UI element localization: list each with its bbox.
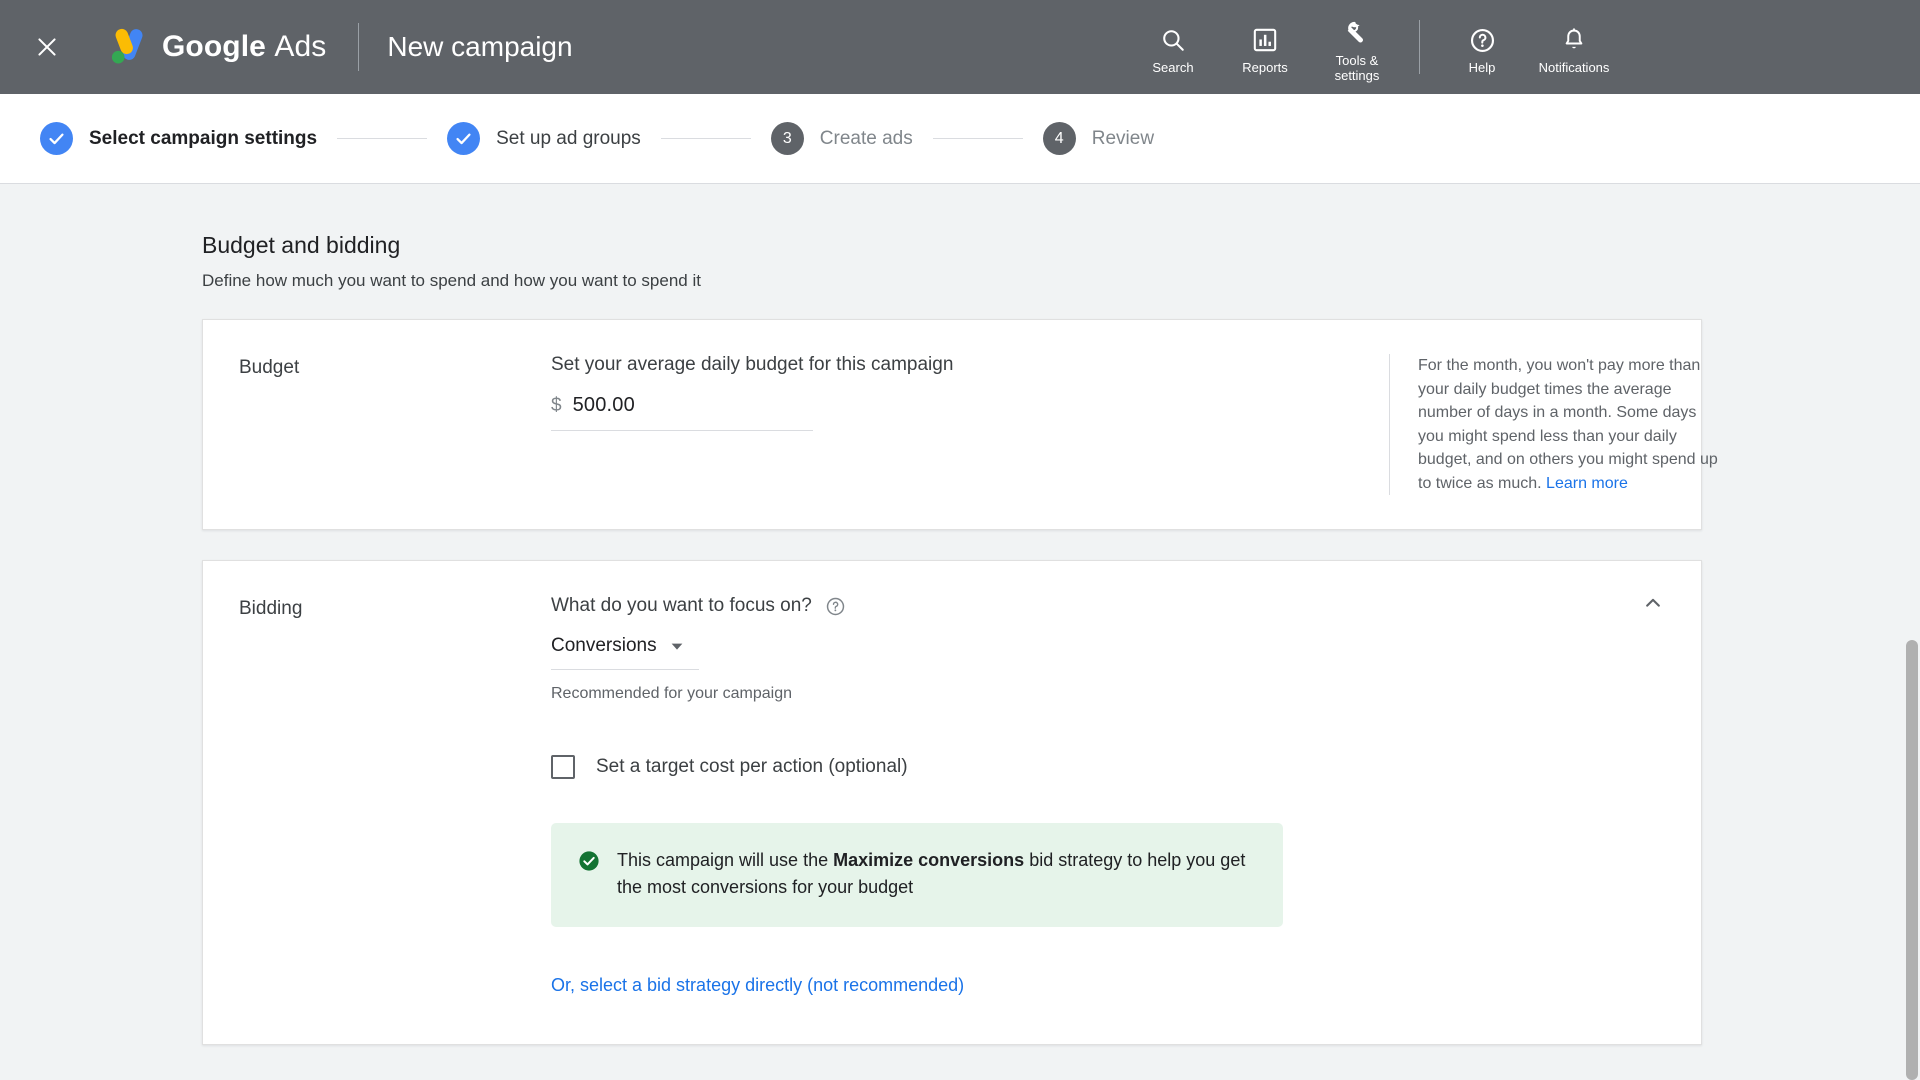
- step-connector-3: [933, 138, 1023, 139]
- step-number-4: 4: [1043, 122, 1076, 155]
- page-scrollbar[interactable]: [1903, 184, 1920, 1080]
- app-header: Google Ads New campaign Search: [0, 0, 1920, 94]
- bid-strategy-notice: This campaign will use the Maximize conv…: [551, 823, 1283, 927]
- target-cpa-checkbox[interactable]: [551, 755, 575, 779]
- page-title: New campaign: [387, 31, 572, 63]
- check-circle-filled-icon: [577, 849, 601, 878]
- header-toolbar: Search Reports Tools & settings: [1127, 0, 1620, 94]
- toolbar-label-help: Help: [1469, 60, 1496, 75]
- search-icon: [1160, 25, 1186, 55]
- triangle-down-icon: [670, 639, 684, 653]
- step-label-1: Select campaign settings: [89, 128, 317, 150]
- bid-focus-selected-value: Conversions: [551, 635, 657, 657]
- bidding-fields: What do you want to focus on? Conversion…: [551, 595, 1665, 996]
- chevron-up-icon: [1641, 591, 1665, 620]
- bidding-focus-row: What do you want to focus on?: [551, 595, 1665, 617]
- close-button[interactable]: [30, 30, 64, 64]
- brand-text: Google Ads: [162, 30, 326, 64]
- reports-bar-chart-icon: [1252, 25, 1278, 55]
- toolbar-item-reports[interactable]: Reports: [1219, 0, 1311, 94]
- brand-google: Google: [162, 30, 266, 63]
- budget-help-note: For the month, you won't pay more than y…: [1389, 354, 1719, 495]
- section-title: Budget and bidding: [202, 232, 1702, 259]
- toolbar-label-notifications: Notifications: [1539, 60, 1610, 75]
- daily-budget-input[interactable]: $ 500.00: [551, 394, 813, 431]
- step-check-icon: [40, 122, 73, 155]
- brand-logo[interactable]: Google Ads: [106, 26, 326, 68]
- step-connector-1: [337, 138, 427, 139]
- budget-note-text: For the month, you won't pay more than y…: [1418, 357, 1718, 492]
- budget-card-label: Budget: [239, 354, 551, 495]
- google-ads-logo-icon: [106, 26, 148, 68]
- brand-ads: Ads: [274, 30, 326, 63]
- bell-icon: [1561, 25, 1587, 55]
- section-subtitle: Define how much you want to spend and ho…: [202, 271, 1702, 291]
- bid-focus-helper-text: Recommended for your campaign: [551, 685, 1665, 703]
- step-label-4: Review: [1092, 128, 1154, 150]
- step-number-3: 3: [771, 122, 804, 155]
- toolbar-item-help[interactable]: Help: [1436, 0, 1528, 94]
- campaign-stepper: Select campaign settings Set up ad group…: [0, 94, 1920, 184]
- step-check-icon: [447, 122, 480, 155]
- select-bid-strategy-link[interactable]: Or, select a bid strategy directly (not …: [551, 975, 964, 996]
- target-cpa-checkbox-label: Set a target cost per action (optional): [596, 756, 908, 778]
- bidding-focus-label: What do you want to focus on?: [551, 595, 812, 617]
- step-connector-2: [661, 138, 751, 139]
- wrench-icon: [1344, 18, 1371, 48]
- toolbar-item-search[interactable]: Search: [1127, 0, 1219, 94]
- budget-fields: Set your average daily budget for this c…: [551, 354, 1361, 495]
- step-review[interactable]: 4 Review: [1043, 122, 1154, 155]
- header-divider: [358, 23, 359, 71]
- bidding-card-label: Bidding: [239, 595, 551, 996]
- budget-card: Budget Set your average daily budget for…: [202, 319, 1702, 530]
- step-select-campaign-settings[interactable]: Select campaign settings: [40, 122, 317, 155]
- bid-focus-select[interactable]: Conversions: [551, 635, 699, 670]
- toolbar-label-reports: Reports: [1242, 60, 1288, 75]
- toolbar-item-tools-settings[interactable]: Tools & settings: [1311, 0, 1403, 94]
- help-circle-icon[interactable]: [825, 596, 846, 617]
- content-area: Budget and bidding Define how much you w…: [0, 184, 1920, 1080]
- close-icon: [34, 34, 60, 60]
- step-label-2: Set up ad groups: [496, 128, 641, 150]
- step-create-ads[interactable]: 3 Create ads: [771, 122, 913, 155]
- toolbar-label-search: Search: [1152, 60, 1193, 75]
- toolbar-item-notifications[interactable]: Notifications: [1528, 0, 1620, 94]
- bid-strategy-notice-text: This campaign will use the Maximize conv…: [617, 847, 1257, 901]
- step-label-3: Create ads: [820, 128, 913, 150]
- help-circle-icon: [1469, 25, 1496, 55]
- bidding-card: Bidding What do you want to focus on?: [202, 560, 1702, 1045]
- budget-field-label: Set your average daily budget for this c…: [551, 354, 1361, 376]
- bidding-collapse-button[interactable]: [1635, 587, 1671, 623]
- learn-more-link[interactable]: Learn more: [1546, 475, 1628, 492]
- step-set-up-ad-groups[interactable]: Set up ad groups: [447, 122, 641, 155]
- currency-prefix: $: [551, 395, 562, 417]
- daily-budget-value: 500.00: [573, 394, 635, 417]
- scrollbar-thumb[interactable]: [1906, 640, 1918, 1080]
- toolbar-separator: [1419, 20, 1420, 74]
- notice-strategy-name: Maximize conversions: [833, 850, 1024, 870]
- target-cpa-checkbox-row[interactable]: Set a target cost per action (optional): [551, 755, 1665, 779]
- notice-prefix: This campaign will use the: [617, 850, 833, 870]
- toolbar-label-tools-settings: Tools & settings: [1335, 53, 1380, 83]
